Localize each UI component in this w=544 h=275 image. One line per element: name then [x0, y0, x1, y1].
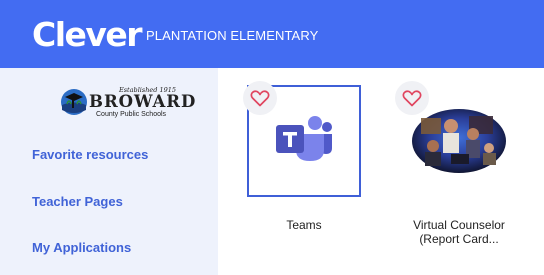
school-name: PLANTATION ELEMENTARY: [146, 28, 319, 43]
sidebar-item-favorite-resources[interactable]: Favorite resources: [32, 147, 148, 162]
microsoft-teams-icon: [276, 116, 332, 161]
district-logo: Established 1915 BROWARD County Public S…: [58, 86, 195, 122]
school-seal-icon: [61, 89, 87, 115]
favorite-teams-button[interactable]: [243, 81, 277, 115]
virtual-counselor-photo[interactable]: [411, 108, 507, 174]
sidebar: Established 1915 BROWARD County Public S…: [0, 68, 218, 275]
district-name: BROWARD: [89, 92, 197, 111]
favorite-virtual-counselor-button[interactable]: [395, 81, 429, 115]
virtual-counselor-label-line1: Virtual Counselor: [413, 218, 505, 232]
virtual-counselor-app-label[interactable]: Virtual Counselor (Report Card...: [392, 218, 526, 246]
district-subtitle: County Public Schools: [96, 111, 167, 118]
virtual-counselor-label-line2: (Report Card...: [419, 232, 499, 246]
top-bar: Clever PLANTATION ELEMENTARY: [0, 0, 544, 68]
sidebar-item-teacher-pages[interactable]: Teacher Pages: [32, 194, 123, 209]
heart-outline-icon: [402, 90, 422, 107]
sidebar-item-my-applications[interactable]: My Applications: [32, 240, 131, 255]
heart-outline-icon: [250, 90, 270, 107]
teams-app-label[interactable]: Teams: [247, 218, 361, 232]
clever-logo[interactable]: Clever: [32, 18, 143, 51]
